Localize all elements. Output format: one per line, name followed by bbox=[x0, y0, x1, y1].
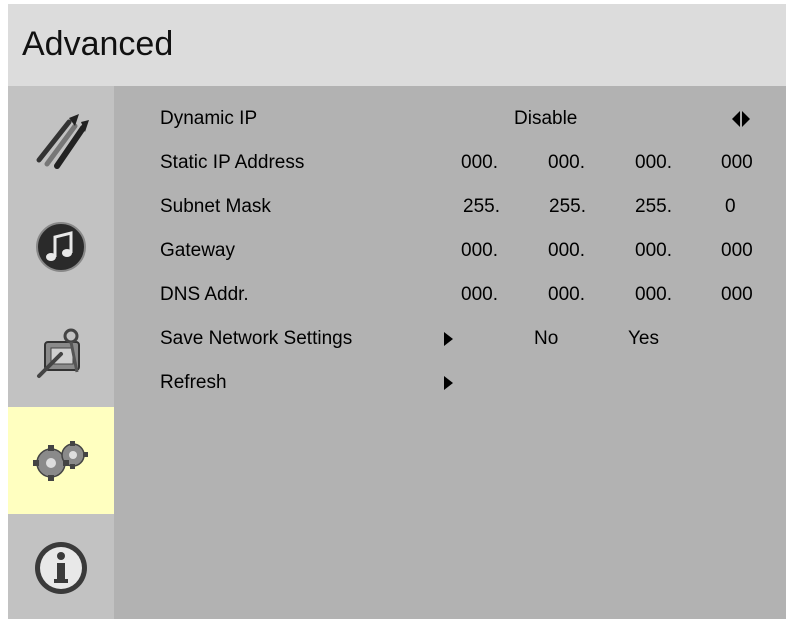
static-ip-octet-2[interactable]: 000. bbox=[548, 141, 585, 185]
static-ip-octet-1[interactable]: 000. bbox=[461, 141, 498, 185]
sidebar-item-image[interactable] bbox=[8, 86, 114, 193]
static-ip-octet-3[interactable]: 000. bbox=[635, 141, 672, 185]
subnet-mask-octet-1[interactable]: 255. bbox=[463, 185, 500, 229]
sidebar-item-audio[interactable] bbox=[8, 193, 114, 300]
dns-addr-label: DNS Addr. bbox=[160, 284, 249, 305]
row-save-network-settings[interactable]: Save Network Settings No Yes bbox=[114, 317, 786, 361]
header-bar: Advanced bbox=[8, 4, 786, 86]
settings-panel: Dynamic IP Disable Static IP Address 000… bbox=[114, 86, 786, 619]
row-static-ip[interactable]: Static IP Address 000. 000. 000. 000 bbox=[114, 141, 786, 185]
tools-settings-icon bbox=[37, 328, 80, 378]
brushes-icon bbox=[36, 113, 89, 169]
triangle-right-icon[interactable] bbox=[444, 376, 453, 390]
static-ip-octet-4[interactable]: 000 bbox=[721, 141, 753, 185]
save-network-settings-label: Save Network Settings bbox=[160, 328, 353, 349]
dns-octet-1[interactable]: 000. bbox=[461, 273, 498, 317]
gateway-label: Gateway bbox=[160, 240, 235, 261]
dynamic-ip-label: Dynamic IP bbox=[160, 108, 258, 129]
dns-octet-4[interactable]: 000 bbox=[721, 273, 753, 317]
subnet-mask-label: Subnet Mask bbox=[160, 196, 271, 217]
row-dns-addr[interactable]: DNS Addr. 000. 000. 000. 000 bbox=[114, 273, 786, 317]
save-network-yes-option[interactable]: Yes bbox=[628, 317, 659, 361]
left-right-arrows-icon[interactable] bbox=[732, 111, 750, 127]
subnet-mask-octet-4[interactable]: 0 bbox=[725, 185, 736, 229]
save-network-no-option[interactable]: No bbox=[534, 317, 558, 361]
osd-menu: Advanced Dynamic IP Disable Static IP Ad… bbox=[8, 4, 786, 619]
dynamic-ip-value[interactable]: Disable bbox=[514, 97, 577, 141]
sidebar-item-advanced[interactable] bbox=[8, 407, 114, 514]
row-refresh[interactable]: Refresh bbox=[114, 361, 786, 405]
category-sidebar bbox=[8, 86, 114, 619]
subnet-mask-octet-3[interactable]: 255. bbox=[635, 185, 672, 229]
row-subnet-mask[interactable]: Subnet Mask 255. 255. 255. 0 bbox=[114, 185, 786, 229]
row-dynamic-ip[interactable]: Dynamic IP Disable bbox=[114, 97, 786, 141]
gears-icon bbox=[33, 440, 88, 481]
row-gateway[interactable]: Gateway 000. 000. 000. 000 bbox=[114, 229, 786, 273]
gateway-octet-1[interactable]: 000. bbox=[461, 229, 498, 273]
dns-octet-2[interactable]: 000. bbox=[548, 273, 585, 317]
static-ip-label: Static IP Address bbox=[160, 152, 305, 173]
sidebar-item-setup[interactable] bbox=[8, 300, 114, 407]
sidebar-item-info[interactable] bbox=[8, 514, 114, 621]
music-note-icon bbox=[36, 221, 86, 272]
dns-octet-3[interactable]: 000. bbox=[635, 273, 672, 317]
gateway-octet-2[interactable]: 000. bbox=[548, 229, 585, 273]
refresh-label: Refresh bbox=[160, 372, 227, 393]
info-icon bbox=[35, 541, 87, 594]
triangle-right-icon[interactable] bbox=[444, 332, 453, 346]
page-title: Advanced bbox=[22, 25, 174, 63]
gateway-octet-4[interactable]: 000 bbox=[721, 229, 753, 273]
subnet-mask-octet-2[interactable]: 255. bbox=[549, 185, 586, 229]
gateway-octet-3[interactable]: 000. bbox=[635, 229, 672, 273]
